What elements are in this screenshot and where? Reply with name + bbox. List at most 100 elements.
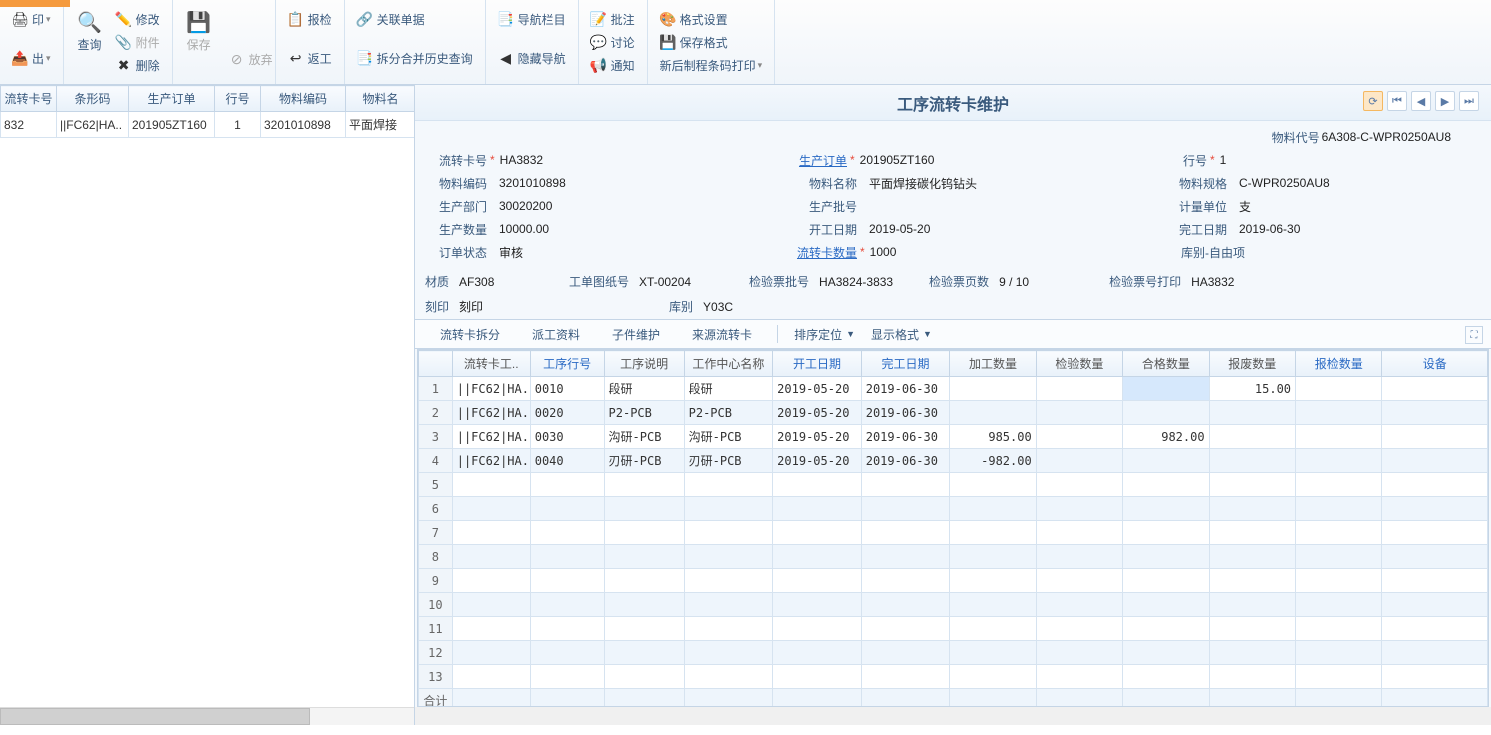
tab-dispatch[interactable]: 派工资料 bbox=[517, 321, 595, 347]
card-list-grid[interactable]: 流转卡号 条形码 生产订单 行号 物料编码 物料名 832 ||FC62|HA.… bbox=[0, 85, 414, 138]
inspect-button[interactable]: 📋报检 bbox=[282, 8, 338, 31]
table-row[interactable]: 10 bbox=[419, 593, 1488, 617]
table-row[interactable]: 7 bbox=[419, 521, 1488, 545]
notify-button[interactable]: 📢通知 bbox=[585, 54, 641, 77]
col-insp-qty[interactable]: 检验数量 bbox=[1036, 351, 1122, 377]
start-date-label: 开工日期 bbox=[795, 221, 857, 238]
discuss-button[interactable]: 💬讨论 bbox=[585, 31, 641, 54]
col-scrap-qty[interactable]: 报废数量 bbox=[1209, 351, 1295, 377]
table-row[interactable]: 13 bbox=[419, 665, 1488, 689]
material-code-value: 6A308-C-WPR0250AU8 bbox=[1320, 130, 1451, 144]
format-set-button[interactable]: 🎨格式设置 bbox=[654, 8, 769, 31]
col-wc-name[interactable]: 工作中心名称 bbox=[684, 351, 773, 377]
col-card-op[interactable]: 流转卡工.. bbox=[452, 351, 530, 377]
title-bar: 工序流转卡维护 ⟳ ⏮ ◀ ▶ ⏭ bbox=[415, 85, 1491, 121]
print-button[interactable]: 🖨印▾ bbox=[6, 8, 57, 31]
discard-icon: ⊘ bbox=[229, 52, 245, 68]
status-value: 审核 bbox=[497, 244, 607, 261]
link-icon: 🔗 bbox=[357, 12, 373, 28]
hide-icon: ◀ bbox=[498, 51, 514, 67]
hide-nav-button[interactable]: ◀隐藏导航 bbox=[492, 47, 572, 70]
col-good-qty[interactable]: 合格数量 bbox=[1123, 351, 1209, 377]
page-title: 工序流转卡维护 bbox=[897, 91, 1009, 115]
remark-button[interactable]: 📝批注 bbox=[585, 8, 641, 31]
material-code-label: 物料代号 bbox=[1258, 129, 1320, 146]
modify-button[interactable]: ✏️修改 bbox=[110, 8, 166, 31]
table-row[interactable]: 3||FC62|HA..0030沟研-PCB沟研-PCB2019-05-2020… bbox=[419, 425, 1488, 449]
mat-code-value: 3201010898 bbox=[497, 176, 607, 190]
rework-button[interactable]: ↩返工 bbox=[282, 47, 338, 70]
sort-dropdown[interactable]: 排序定位▼ bbox=[786, 322, 863, 347]
col-barcode[interactable]: 条形码 bbox=[57, 86, 129, 112]
material-value: AF308 bbox=[459, 275, 539, 289]
table-row[interactable]: 11 bbox=[419, 617, 1488, 641]
left-hscrollbar[interactable] bbox=[0, 707, 414, 725]
save-button[interactable]: 💾 保存 bbox=[179, 8, 219, 55]
nav-bar-button[interactable]: 📑导航栏目 bbox=[492, 8, 572, 31]
expand-icon: ⛶ bbox=[1471, 330, 1478, 341]
row-no-label: 行号 bbox=[1145, 152, 1207, 169]
col-card-no[interactable]: 流转卡号 bbox=[1, 86, 57, 112]
insp-page-value: 9 / 10 bbox=[999, 275, 1079, 289]
export-button[interactable]: 📤出▾ bbox=[6, 47, 57, 70]
last-button[interactable]: ⏭ bbox=[1459, 91, 1479, 111]
col-op-desc[interactable]: 工序说明 bbox=[604, 351, 684, 377]
display-format-dropdown[interactable]: 显示格式▼ bbox=[863, 322, 940, 347]
end-date-label: 完工日期 bbox=[1165, 221, 1227, 238]
expand-button[interactable]: ⛶ bbox=[1465, 326, 1483, 344]
table-row[interactable]: 6 bbox=[419, 497, 1488, 521]
save-format-icon: 💾 bbox=[660, 35, 676, 51]
mat-code-label: 物料编码 bbox=[425, 175, 487, 192]
card-qty-label[interactable]: 流转卡数量 bbox=[795, 244, 857, 261]
table-row[interactable]: 1||FC62|HA..0010段研段研2019-05-202019-06-30… bbox=[419, 377, 1488, 401]
tab-split[interactable]: 流转卡拆分 bbox=[425, 321, 515, 347]
return-icon: ↩ bbox=[288, 51, 304, 67]
next-button[interactable]: ▶ bbox=[1435, 91, 1455, 111]
col-mat-name[interactable]: 物料名 bbox=[346, 86, 415, 112]
col-report-qty[interactable]: 报检数量 bbox=[1296, 351, 1382, 377]
prod-dept-label: 生产部门 bbox=[425, 198, 487, 215]
table-row[interactable]: 2||FC62|HA..0020P2-PCBP2-PCB2019-05-2020… bbox=[419, 401, 1488, 425]
tab-source[interactable]: 来源流转卡 bbox=[677, 321, 767, 347]
detail-hscrollbar[interactable] bbox=[415, 707, 1491, 725]
col-start[interactable]: 开工日期 bbox=[773, 351, 862, 377]
table-row[interactable]: 8 bbox=[419, 545, 1488, 569]
list-row[interactable]: 832 ||FC62|HA.. 201905ZT160 1 3201010898… bbox=[1, 112, 415, 138]
prod-order-label[interactable]: 生产订单 bbox=[785, 152, 847, 169]
table-row[interactable]: 12 bbox=[419, 641, 1488, 665]
pencil-icon: ✏️ bbox=[116, 12, 132, 28]
col-equip[interactable]: 设备 bbox=[1382, 351, 1488, 377]
refresh-button[interactable]: ⟳ bbox=[1363, 91, 1383, 111]
sub-info-row-2: 刻印刻印 库别Y03C bbox=[415, 294, 1491, 319]
table-row[interactable]: 9 bbox=[419, 569, 1488, 593]
drawing-value: XT-00204 bbox=[639, 275, 719, 289]
query-button[interactable]: 🔍 查询 bbox=[70, 8, 110, 55]
save-format-button[interactable]: 💾保存格式 bbox=[654, 31, 769, 54]
col-rownum[interactable] bbox=[419, 351, 453, 377]
discard-button[interactable]: ⊘放弃 bbox=[223, 48, 279, 71]
col-mat-code[interactable]: 物料编码 bbox=[261, 86, 346, 112]
prev-button[interactable]: ◀ bbox=[1411, 91, 1431, 111]
ribbon-toolbar: 🖨印▾ 📤出▾ 🔍 查询 ✏️修改 📎附件 ✖删除 💾 保存 ⊘放弃 📋报检 ↩… bbox=[0, 0, 1491, 85]
table-row[interactable]: 4||FC62|HA..0040刃研-PCB刃研-PCB2019-05-2020… bbox=[419, 449, 1488, 473]
mark-value: 刻印 bbox=[459, 298, 539, 315]
split-history-button[interactable]: 📑拆分合并历史查询 bbox=[351, 47, 479, 70]
left-panel: 流转卡号 条形码 生产订单 行号 物料编码 物料名 832 ||FC62|HA.… bbox=[0, 85, 415, 725]
col-row-no[interactable]: 行号 bbox=[215, 86, 261, 112]
col-prod-order[interactable]: 生产订单 bbox=[129, 86, 215, 112]
first-button[interactable]: ⏮ bbox=[1387, 91, 1407, 111]
col-proc-qty[interactable]: 加工数量 bbox=[950, 351, 1036, 377]
operation-grid[interactable]: 流转卡工.. 工序行号 工序说明 工作中心名称 开工日期 完工日期 加工数量 检… bbox=[418, 350, 1488, 707]
unit-label: 计量单位 bbox=[1165, 198, 1227, 215]
barcode-print-button[interactable]: 新后制程条码打印▾ bbox=[654, 54, 769, 77]
status-label: 订单状态 bbox=[425, 244, 487, 261]
col-op-no[interactable]: 工序行号 bbox=[530, 351, 604, 377]
delete-button[interactable]: ✖删除 bbox=[110, 54, 166, 77]
sub-info-row-1: 材质AF308 工单图纸号XT-00204 检验票批号HA3824-3833 检… bbox=[415, 269, 1491, 294]
attach-button[interactable]: 📎附件 bbox=[110, 31, 166, 54]
col-end[interactable]: 完工日期 bbox=[861, 351, 950, 377]
table-row[interactable]: 5 bbox=[419, 473, 1488, 497]
assoc-doc-button[interactable]: 🔗关联单据 bbox=[351, 8, 479, 31]
first-icon: ⏮ bbox=[1392, 95, 1402, 108]
tab-subitem[interactable]: 子件维护 bbox=[597, 321, 675, 347]
